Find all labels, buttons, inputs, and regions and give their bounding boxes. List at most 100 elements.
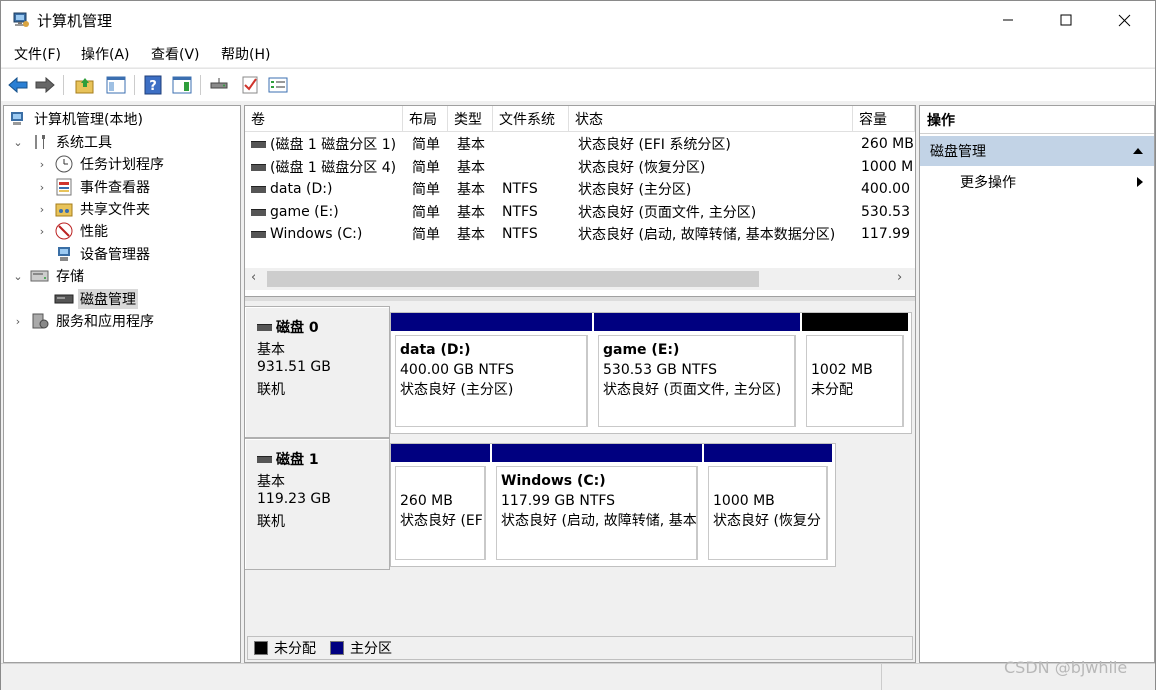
expand-icon[interactable]: › bbox=[36, 225, 48, 238]
filesystem-cell: NTFS bbox=[502, 204, 538, 220]
tree-item-device-manager[interactable]: 设备管理器 bbox=[54, 243, 152, 265]
partition-body: Windows (C:) 117.99 GB NTFS 状态良好 (启动, 故障… bbox=[496, 466, 698, 560]
menu-file[interactable]: 文件(F) bbox=[14, 44, 61, 64]
menu-bar: 文件(F) 操作(A) 查看(V) 帮助(H) bbox=[1, 39, 1155, 67]
show-hide-tree-button[interactable] bbox=[105, 74, 127, 96]
disk-icon bbox=[257, 455, 272, 463]
expand-icon[interactable]: › bbox=[12, 315, 24, 328]
submenu-arrow-icon bbox=[1136, 176, 1144, 192]
scroll-left-icon[interactable]: ‹ bbox=[251, 270, 256, 285]
partition-windows-c[interactable]: Windows (C:) 117.99 GB NTFS 状态良好 (启动, 故障… bbox=[492, 444, 704, 566]
tree-item-services-apps[interactable]: › 服务和应用程序 bbox=[12, 310, 156, 332]
checklist-icon bbox=[242, 76, 258, 94]
more-actions-item[interactable]: 更多操作 bbox=[960, 172, 1016, 192]
partition-band bbox=[391, 313, 592, 331]
computer-management-icon bbox=[12, 11, 30, 29]
tree-label: 磁盘管理 bbox=[78, 289, 138, 309]
layout-cell: 简单 bbox=[412, 227, 440, 243]
column-header-volume[interactable]: 卷 bbox=[245, 106, 403, 132]
show-hide-action-pane-button[interactable] bbox=[171, 74, 193, 96]
properties-button[interactable] bbox=[267, 74, 289, 96]
tree-label: 事件查看器 bbox=[80, 180, 150, 196]
horizontal-scrollbar[interactable]: ‹ › bbox=[245, 268, 915, 290]
menu-help[interactable]: 帮助(H) bbox=[221, 44, 270, 64]
partition-efi[interactable]: 260 MB 状态良好 (EF bbox=[391, 444, 492, 566]
disk-0-info[interactable]: 磁盘 0 基本 931.51 GB 联机 bbox=[245, 306, 390, 438]
capacity-cell: 1000 M bbox=[861, 159, 913, 175]
back-arrow-icon bbox=[8, 77, 28, 93]
disk-1-info[interactable]: 磁盘 1 基本 119.23 GB 联机 bbox=[245, 438, 390, 570]
layout-cell: 简单 bbox=[412, 205, 440, 221]
collapse-icon[interactable]: ⌄ bbox=[12, 270, 24, 283]
status-cell: 状态良好 (恢复分区) bbox=[578, 160, 706, 176]
menu-action[interactable]: 操作(A) bbox=[81, 44, 130, 64]
partition-recovery[interactable]: 1000 MB 状态良好 (恢复分 bbox=[704, 444, 834, 566]
tree-label: 计算机管理(本地) bbox=[34, 112, 143, 128]
status-cell: 状态良好 (EFI 系统分区) bbox=[578, 137, 731, 153]
partition-body: 1002 MB 未分配 bbox=[806, 335, 904, 427]
collapse-icon[interactable]: ⌄ bbox=[12, 136, 24, 149]
type-cell: 基本 bbox=[457, 160, 485, 176]
toolbar: ? bbox=[1, 68, 1155, 101]
partition-data-d[interactable]: data (D:) 400.00 GB NTFS 状态良好 (主分区) bbox=[391, 313, 594, 433]
connect-button[interactable] bbox=[208, 74, 230, 96]
help-button[interactable]: ? bbox=[142, 74, 164, 96]
actions-pane: 操作 磁盘管理 更多操作 bbox=[919, 105, 1155, 663]
partition-title: Windows (C:) bbox=[501, 473, 606, 489]
close-icon bbox=[1118, 14, 1130, 26]
disk-icon bbox=[257, 323, 272, 331]
menu-view[interactable]: 查看(V) bbox=[151, 44, 200, 64]
column-header-status[interactable]: 状态 bbox=[569, 106, 853, 132]
tree-item-performance[interactable]: › 性能 bbox=[36, 220, 110, 242]
tree-item-root[interactable]: 计算机管理(本地) bbox=[8, 108, 145, 130]
scrollbar-thumb[interactable] bbox=[267, 271, 759, 287]
partition-unallocated[interactable]: 1002 MB 未分配 bbox=[802, 313, 910, 433]
partition-size: 530.53 GB NTFS bbox=[603, 362, 718, 378]
minimize-icon bbox=[1003, 19, 1013, 21]
disk-name: 磁盘 1 bbox=[257, 449, 319, 469]
status-separator bbox=[881, 664, 882, 690]
tree-label: 共享文件夹 bbox=[80, 202, 150, 218]
tree-item-event-viewer[interactable]: › 事件查看器 bbox=[36, 176, 152, 198]
legend-label-primary: 主分区 bbox=[350, 641, 392, 657]
legend: 未分配 主分区 bbox=[247, 636, 913, 660]
pane-splitter[interactable] bbox=[245, 296, 915, 301]
status-cell: 状态良好 (启动, 故障转储, 基本数据分区) bbox=[578, 227, 836, 243]
tree-item-storage[interactable]: ⌄ 存储 bbox=[12, 265, 86, 287]
window: 计算机管理 文件(F) 操作(A) 查看(V) 帮助(H) ? 计算机管理(本地… bbox=[0, 0, 1156, 690]
column-header-filesystem[interactable]: 文件系统 bbox=[493, 106, 569, 132]
expand-icon[interactable]: › bbox=[36, 181, 48, 194]
expand-icon[interactable]: › bbox=[36, 203, 48, 216]
tree-item-disk-management[interactable]: 磁盘管理 bbox=[54, 288, 138, 310]
minimize-button[interactable] bbox=[979, 1, 1037, 39]
partition-size: 400.00 GB NTFS bbox=[400, 362, 515, 378]
collapse-up-icon[interactable] bbox=[1132, 144, 1144, 160]
tree-item-system-tools[interactable]: ⌄ 系统工具 bbox=[12, 131, 114, 153]
column-header-type[interactable]: 类型 bbox=[448, 106, 493, 132]
event-viewer-icon bbox=[54, 177, 74, 197]
maximize-button[interactable] bbox=[1037, 1, 1095, 39]
partition-game-e[interactable]: game (E:) 530.53 GB NTFS 状态良好 (页面文件, 主分区… bbox=[594, 313, 802, 433]
disk-management-pane: 卷 布局 类型 文件系统 状态 容量 (磁盘 1 磁盘分区 1) 简单 基本 状… bbox=[244, 105, 916, 663]
close-button[interactable] bbox=[1095, 1, 1153, 39]
up-folder-button[interactable] bbox=[74, 74, 96, 96]
back-button[interactable] bbox=[7, 74, 29, 96]
capacity-cell: 260 MB bbox=[861, 136, 913, 152]
layout-cell: 简单 bbox=[412, 137, 440, 153]
partition-size: 117.99 GB NTFS bbox=[501, 493, 616, 509]
column-header-layout[interactable]: 布局 bbox=[403, 106, 448, 132]
disk-label: 磁盘 0 bbox=[276, 320, 319, 336]
capacity-cell: 400.00 bbox=[861, 181, 910, 197]
column-header-capacity[interactable]: 容量 bbox=[853, 106, 915, 132]
volume-name: game (E:) bbox=[270, 204, 339, 220]
volume-list: 卷 布局 类型 文件系统 状态 容量 (磁盘 1 磁盘分区 1) 简单 基本 状… bbox=[245, 106, 915, 296]
forward-button[interactable] bbox=[34, 74, 56, 96]
check-button[interactable] bbox=[239, 74, 261, 96]
scroll-right-icon[interactable]: › bbox=[897, 270, 902, 285]
tree-item-task-scheduler[interactable]: › 任务计划程序 bbox=[36, 153, 166, 175]
tree-label: 任务计划程序 bbox=[80, 157, 164, 173]
expand-icon[interactable]: › bbox=[36, 158, 48, 171]
disk-type: 基本 bbox=[257, 342, 285, 358]
tree-item-shared-folders[interactable]: › 共享文件夹 bbox=[36, 198, 152, 220]
actions-section-disk-management[interactable]: 磁盘管理 bbox=[920, 136, 1154, 166]
